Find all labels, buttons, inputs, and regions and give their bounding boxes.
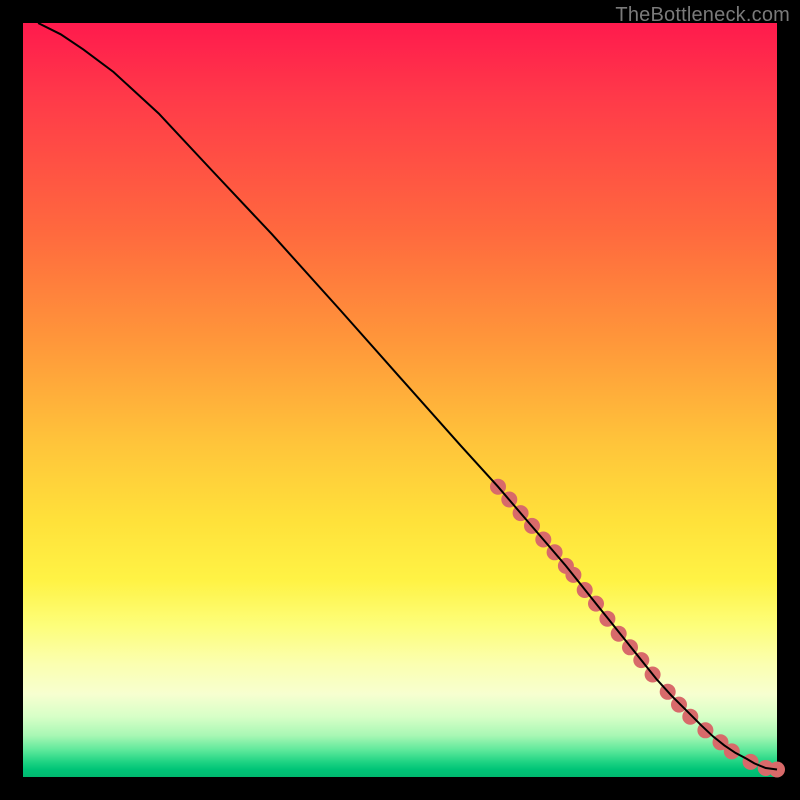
marker-dot xyxy=(671,697,687,713)
markers-layer xyxy=(490,479,785,778)
chart-svg xyxy=(23,23,777,777)
chart-frame: TheBottleneck.com xyxy=(0,0,800,800)
marker-dot xyxy=(682,709,698,725)
plot-area xyxy=(23,23,777,777)
curve-line xyxy=(38,23,777,770)
watermark-text: TheBottleneck.com xyxy=(615,4,790,27)
